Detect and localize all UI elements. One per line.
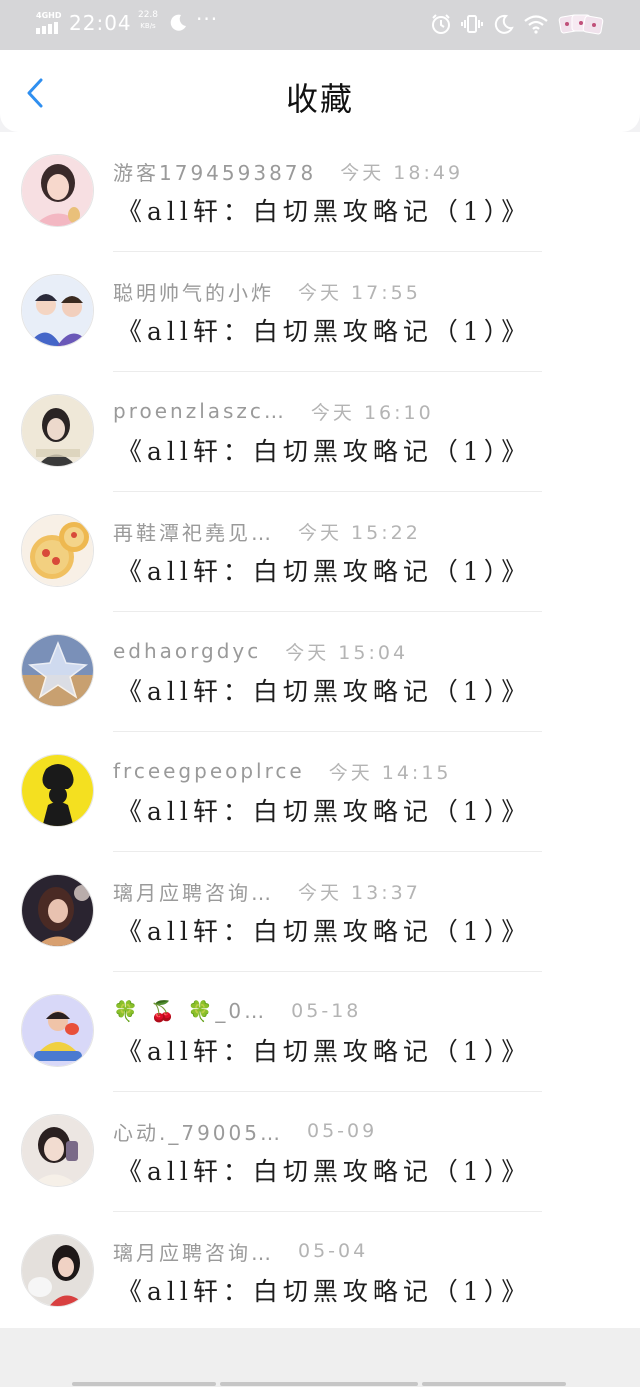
- favorite-content[interactable]: 《all轩：白切黑攻略记（1）》: [117, 792, 531, 828]
- network-speed-unit: KB/s: [140, 22, 156, 30]
- timestamp: 今天 14:15: [328, 761, 452, 784]
- favorite-content[interactable]: 《all轩：白切黑攻略记（1）》: [117, 552, 531, 588]
- game-cards-icon: [558, 14, 604, 35]
- network-type: 4GHD: [36, 11, 62, 20]
- item-meta: proenzlaszc… 今天 16:10: [113, 396, 434, 426]
- item-meta: 心动._79005… 05-09: [113, 1116, 377, 1146]
- username[interactable]: 再鞋潭祀堯见…: [113, 517, 274, 546]
- avatar[interactable]: [21, 394, 94, 467]
- vibrate-icon: [461, 15, 483, 33]
- avatar[interactable]: [21, 274, 94, 347]
- favorite-content[interactable]: 《all轩：白切黑攻略记（1）》: [117, 1272, 531, 1308]
- username[interactable]: proenzlaszc…: [113, 399, 287, 423]
- avatar[interactable]: [21, 1234, 94, 1307]
- list-item[interactable]: 璃月应聘咨询… 今天 13:37 《all轩：白切黑攻略记（1）》: [0, 852, 640, 972]
- favorite-content[interactable]: 《all轩：白切黑攻略记（1）》: [117, 312, 531, 348]
- wifi-icon: [524, 15, 548, 34]
- username[interactable]: 游客1794593878: [113, 157, 316, 186]
- network-speed-value: 22.8: [137, 10, 159, 20]
- username[interactable]: 璃月应聘咨询…: [113, 1237, 274, 1266]
- item-meta: 游客1794593878 今天 18:49: [113, 156, 463, 186]
- moon-icon: [170, 14, 186, 31]
- page-title: 收藏: [285, 80, 354, 118]
- timestamp: 05-18: [291, 1000, 362, 1022]
- timestamp: 今天 15:04: [285, 641, 409, 664]
- timestamp: 今天 15:22: [298, 521, 421, 544]
- favorites-list: 游客1794593878 今天 18:49 《all轩：白切黑攻略记（1）》 聪明帅气…: [0, 132, 640, 1328]
- avatar[interactable]: [21, 154, 94, 227]
- favorite-content[interactable]: 《all轩：白切黑攻略记（1）》: [117, 1152, 531, 1188]
- signal-icon: [36, 22, 58, 34]
- list-item[interactable]: 再鞋潭祀堯见… 今天 15:22 《all轩：白切黑攻略记（1）》: [0, 492, 640, 612]
- alarm-icon: [432, 14, 450, 34]
- list-item[interactable]: edhaorgdyc 今天 15:04 《all轩：白切黑攻略记（1）》: [0, 612, 640, 732]
- clock: 22:04: [69, 11, 132, 35]
- avatar[interactable]: [21, 994, 94, 1067]
- network-speed: 22.8 KB/s: [133, 10, 163, 32]
- username[interactable]: 心动._79005…: [113, 1117, 283, 1146]
- username[interactable]: 🍀 🍒 🍀_0…: [113, 999, 267, 1023]
- favorite-content[interactable]: 《all轩：白切黑攻略记（1）》: [117, 1032, 531, 1068]
- username[interactable]: 璃月应聘咨询…: [113, 877, 274, 906]
- list-item[interactable]: 璃月应聘咨询… 05-04 《all轩：白切黑攻略记（1）》: [0, 1212, 640, 1332]
- home-indicator: [72, 1382, 566, 1386]
- list-item[interactable]: 🍀 🍒 🍀_0… 05-18 《all轩：白切黑攻略记（1）》: [0, 972, 640, 1092]
- favorite-content[interactable]: 《all轩：白切黑攻略记（1）》: [117, 432, 531, 468]
- do-not-disturb-icon: [494, 14, 514, 34]
- list-item[interactable]: 聪明帅气的小炸 今天 17:55 《all轩：白切黑攻略记（1）》: [0, 252, 640, 372]
- item-meta: 🍀 🍒 🍀_0… 05-18: [113, 996, 361, 1026]
- item-meta: 聪明帅气的小炸 今天 17:55: [113, 276, 421, 306]
- bottom-area: [0, 1328, 640, 1387]
- timestamp: 05-09: [306, 1120, 378, 1142]
- more-notifications-icon: ···: [196, 7, 219, 31]
- favorite-content[interactable]: 《all轩：白切黑攻略记（1）》: [117, 912, 531, 948]
- list-item[interactable]: frceegpeoplrce 今天 14:15 《all轩：白切黑攻略记（1）》: [0, 732, 640, 852]
- item-meta: frceegpeoplrce 今天 14:15: [113, 756, 452, 786]
- username[interactable]: frceegpeoplrce: [113, 759, 305, 783]
- timestamp: 今天 17:55: [298, 281, 421, 304]
- username[interactable]: 聪明帅气的小炸: [113, 277, 274, 306]
- list-item[interactable]: 心动._79005… 05-09 《all轩：白切黑攻略记（1）》: [0, 1092, 640, 1212]
- avatar[interactable]: [21, 1114, 94, 1187]
- item-meta: 璃月应聘咨询… 今天 13:37: [113, 876, 421, 906]
- timestamp: 05-04: [298, 1240, 369, 1262]
- avatar[interactable]: [21, 754, 94, 827]
- favorite-content[interactable]: 《all轩：白切黑攻略记（1）》: [117, 672, 531, 708]
- avatar[interactable]: [21, 634, 94, 707]
- favorite-content[interactable]: 《all轩：白切黑攻略记（1）》: [117, 192, 531, 228]
- list-item[interactable]: 游客1794593878 今天 18:49 《all轩：白切黑攻略记（1）》: [0, 132, 640, 252]
- header: 收藏: [0, 50, 640, 132]
- item-meta: 璃月应聘咨询… 05-04: [113, 1236, 368, 1266]
- avatar[interactable]: [21, 874, 94, 947]
- timestamp: 今天 18:49: [340, 161, 464, 184]
- avatar[interactable]: [21, 514, 94, 587]
- item-meta: 再鞋潭祀堯见… 今天 15:22: [113, 516, 421, 546]
- status-right: [430, 12, 604, 36]
- timestamp: 今天 13:37: [298, 881, 421, 904]
- list-item[interactable]: proenzlaszc… 今天 16:10 《all轩：白切黑攻略记（1）》: [0, 372, 640, 492]
- item-meta: edhaorgdyc 今天 15:04: [113, 636, 408, 666]
- username[interactable]: edhaorgdyc: [113, 639, 261, 663]
- status-bar: 4GHD 22:04 22.8 KB/s ···: [0, 0, 640, 50]
- timestamp: 今天 16:10: [310, 401, 434, 424]
